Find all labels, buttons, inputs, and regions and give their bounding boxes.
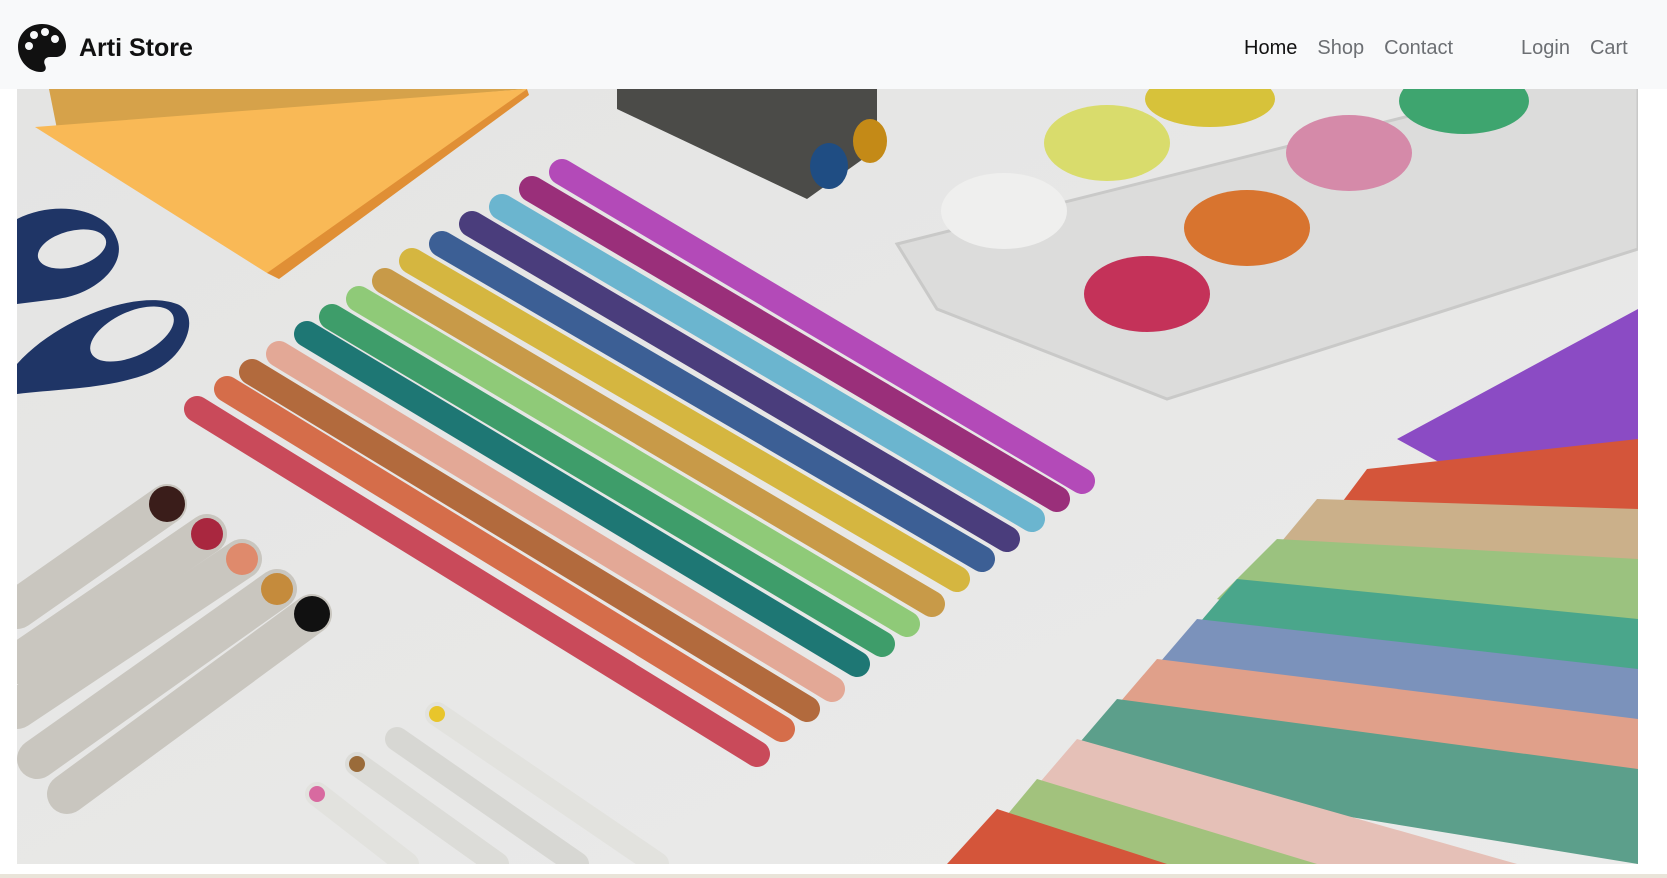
nav-home-link[interactable]: Home — [1234, 35, 1307, 61]
nav-contact-link[interactable]: Contact — [1374, 35, 1463, 61]
nav-cart-link[interactable]: Cart — [1580, 35, 1638, 61]
main-nav: Home Shop Contact — [1234, 35, 1463, 61]
brand-link[interactable]: Arti Store — [16, 22, 193, 74]
brand-name: Arti Store — [79, 33, 193, 62]
page-divider — [0, 874, 1667, 878]
palette-icon — [18, 24, 66, 72]
nav-shop-link[interactable]: Shop — [1307, 35, 1374, 61]
art-supplies-illustration — [17, 89, 1638, 864]
user-nav: Login Cart — [1511, 35, 1638, 61]
nav-login-link[interactable]: Login — [1511, 35, 1580, 61]
navbar: Arti Store Home Shop Contact Login Cart — [0, 0, 1667, 89]
hero-image — [17, 89, 1638, 864]
